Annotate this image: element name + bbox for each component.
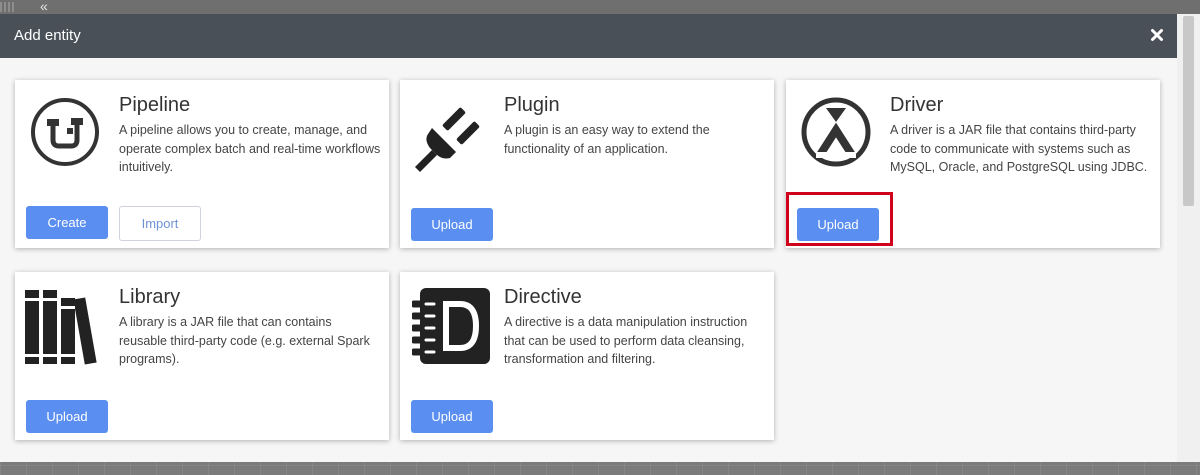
library-title: Library [119,286,181,308]
grid-icon[interactable] [0,2,14,12]
add-entity-modal: Add entity Pipeline A pipeline allows yo… [0,14,1177,462]
plugin-description: A plugin is an easy way to extend the fu… [504,123,710,156]
library-icon [23,284,107,368]
directive-card: Directive A directive is a data manipula… [400,272,774,440]
pipeline-title: Pipeline [119,94,191,116]
directive-description: A directive is a data manipulation instr… [504,315,748,366]
driver-card: Driver A driver is a JAR file that conta… [786,80,1160,248]
background-toolbar: « [0,0,1200,14]
scrollbar-thumb[interactable] [1183,16,1194,206]
pipeline-card: Pipeline A pipeline allows you to create… [15,80,389,248]
driver-icon [798,94,874,170]
modal-scrollbar[interactable] [1177,14,1200,462]
upload-driver-button[interactable]: Upload [797,208,879,241]
collapse-icon[interactable]: « [40,0,48,15]
close-icon[interactable] [1147,25,1167,45]
driver-description: A driver is a JAR file that contains thi… [890,123,1148,174]
library-card: Library A library is a JAR file that can… [15,272,389,440]
modal-header: Add entity [0,14,1177,58]
directive-icon [410,286,490,364]
pipeline-description: A pipeline allows you to create, manage,… [119,123,381,174]
pipeline-icon [27,94,103,170]
import-pipeline-button[interactable]: Import [119,206,201,241]
modal-title: Add entity [14,27,81,44]
upload-directive-button[interactable]: Upload [411,400,493,433]
create-pipeline-button[interactable]: Create [26,206,108,239]
plugin-icon [412,94,488,172]
upload-plugin-button[interactable]: Upload [411,208,493,241]
plugin-title: Plugin [504,94,560,116]
driver-title: Driver [890,94,944,116]
directive-title: Directive [504,286,582,308]
library-description: A library is a JAR file that can contain… [119,315,370,366]
modal-body: Pipeline A pipeline allows you to create… [0,58,1177,462]
plugin-card: Plugin A plugin is an easy way to extend… [400,80,774,248]
upload-library-button[interactable]: Upload [26,400,108,433]
